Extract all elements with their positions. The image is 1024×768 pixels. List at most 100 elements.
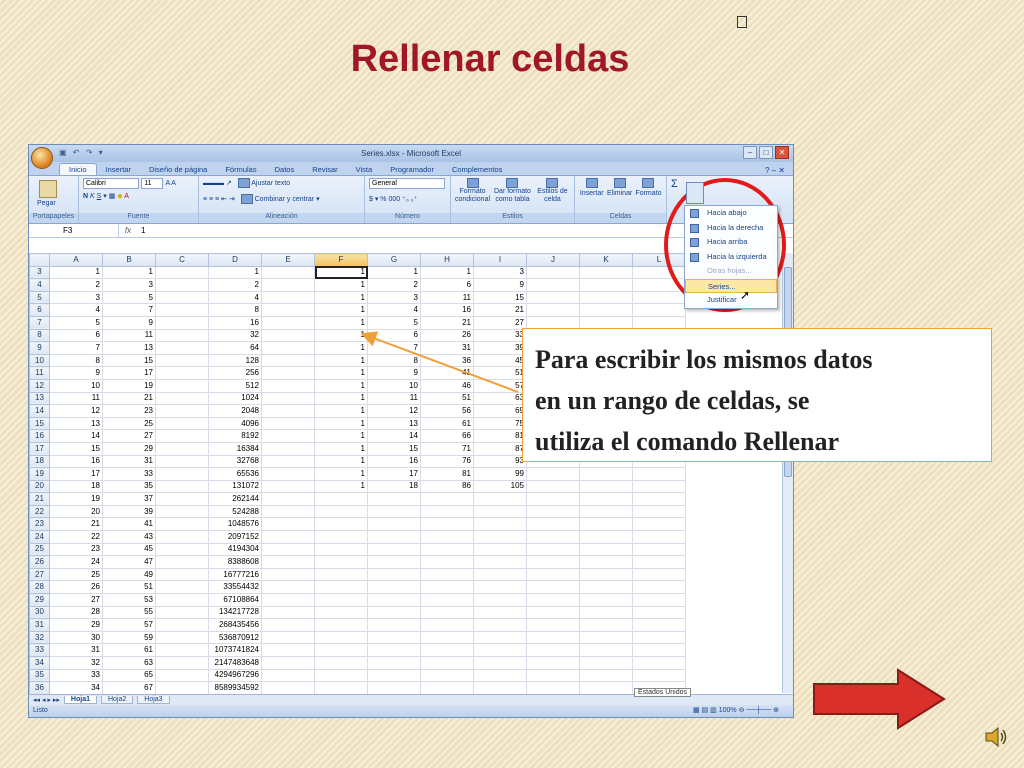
cell-h9[interactable]: 31 <box>420 341 474 355</box>
cell-d29[interactable]: 67108864 <box>208 593 262 607</box>
cell-k23[interactable] <box>579 517 633 532</box>
borders-icon[interactable]: ▦ <box>109 193 116 200</box>
cell-f19[interactable]: 1 <box>314 467 368 481</box>
cell-c29[interactable] <box>155 593 209 607</box>
row-header[interactable]: 30 <box>29 605 50 620</box>
cell-g28[interactable] <box>367 580 421 595</box>
cell-e15[interactable] <box>261 416 315 431</box>
cell-d33[interactable]: 1073741824 <box>208 643 262 657</box>
row-header[interactable]: 6 <box>29 303 50 317</box>
cell-f20[interactable]: 1 <box>314 479 368 494</box>
cell-h25[interactable] <box>420 542 474 557</box>
cell-c21[interactable] <box>155 492 209 506</box>
cell-k27[interactable] <box>579 567 633 582</box>
tab-dise-o-de-p-gina[interactable]: Diseño de página <box>140 164 216 175</box>
font-color-icon[interactable]: A <box>124 193 129 200</box>
zoom-level[interactable]: ▦ ▤ ▥ 100% ⊖ ──┼── ⊕ <box>693 705 779 717</box>
cell-j3[interactable] <box>526 265 580 280</box>
column-header-g[interactable]: G <box>367 253 421 267</box>
cell-i17[interactable]: 87 <box>473 441 527 456</box>
cell-h35[interactable] <box>420 668 474 683</box>
cell-j28[interactable] <box>526 580 580 595</box>
column-header-k[interactable]: K <box>579 253 633 267</box>
cell-b4[interactable]: 3 <box>102 278 156 292</box>
close-icon[interactable]: ✕ <box>775 146 789 159</box>
cell-g14[interactable]: 12 <box>367 404 421 418</box>
cell-e26[interactable] <box>261 555 315 569</box>
cell-e25[interactable] <box>261 542 315 557</box>
cell-j31[interactable] <box>526 618 580 632</box>
cell-h13[interactable]: 51 <box>420 391 474 406</box>
cell-h11[interactable]: 41 <box>420 366 474 380</box>
font-grow-icon[interactable]: A A <box>165 180 176 187</box>
tab-datos[interactable]: Datos <box>266 164 304 175</box>
cell-c34[interactable] <box>155 656 209 670</box>
menu-item-hacia-abajo[interactable]: Hacia abajo <box>685 206 777 221</box>
cell-c4[interactable] <box>155 278 209 292</box>
cell-d31[interactable]: 268435456 <box>208 618 262 632</box>
cell-l33[interactable] <box>632 643 686 657</box>
cell-k32[interactable] <box>579 630 633 645</box>
indent-icon[interactable]: ⇤ ⇥ <box>221 196 235 203</box>
cell-e17[interactable] <box>261 441 315 456</box>
cell-j4[interactable] <box>526 278 580 292</box>
cell-e9[interactable] <box>261 341 315 355</box>
bold-icon[interactable]: N <box>83 193 88 200</box>
cell-j25[interactable] <box>526 542 580 557</box>
cell-k3[interactable] <box>579 265 633 280</box>
cell-c14[interactable] <box>155 404 209 418</box>
wrap-text-button[interactable]: Ajustar texto <box>251 180 290 187</box>
cell-j35[interactable] <box>526 668 580 683</box>
cell-b22[interactable]: 39 <box>102 504 156 519</box>
cell-h10[interactable]: 36 <box>420 353 474 368</box>
cell-c6[interactable] <box>155 303 209 317</box>
cell-j32[interactable] <box>526 630 580 645</box>
cell-b5[interactable]: 5 <box>102 290 156 305</box>
cell-d15[interactable]: 4096 <box>208 416 262 431</box>
row-header[interactable]: 12 <box>29 378 50 393</box>
cell-d11[interactable]: 256 <box>208 366 262 380</box>
fx-icon[interactable]: fx <box>119 226 137 235</box>
cell-b13[interactable]: 21 <box>102 391 156 406</box>
cell-c26[interactable] <box>155 555 209 569</box>
cell-a31[interactable]: 29 <box>49 618 103 632</box>
row-header[interactable]: 10 <box>29 353 50 368</box>
italic-icon[interactable]: K <box>90 193 95 200</box>
cell-c9[interactable] <box>155 341 209 355</box>
cell-i5[interactable]: 15 <box>473 290 527 305</box>
cell-j34[interactable] <box>526 656 580 670</box>
cell-d5[interactable]: 4 <box>208 290 262 305</box>
cell-b28[interactable]: 51 <box>102 580 156 595</box>
row-header[interactable]: 8 <box>29 328 50 343</box>
cell-l21[interactable] <box>632 492 686 506</box>
maximize-icon[interactable]: □ <box>759 146 773 159</box>
sheet-tab-hoja1[interactable]: Hoja1 <box>63 696 97 704</box>
cell-i34[interactable] <box>473 656 527 670</box>
cell-h5[interactable]: 11 <box>420 290 474 305</box>
cell-c20[interactable] <box>155 479 209 494</box>
cell-c12[interactable] <box>155 378 209 393</box>
cell-i26[interactable] <box>473 555 527 569</box>
cell-g3[interactable]: 1 <box>367 265 421 280</box>
cell-b23[interactable]: 41 <box>102 517 156 532</box>
cell-i24[interactable] <box>473 530 527 544</box>
cell-b19[interactable]: 33 <box>102 467 156 481</box>
cell-f14[interactable]: 1 <box>314 404 368 418</box>
cell-a17[interactable]: 15 <box>49 441 103 456</box>
row-header[interactable]: 17 <box>29 441 50 456</box>
cell-b18[interactable]: 31 <box>102 454 156 469</box>
cell-b15[interactable]: 25 <box>102 416 156 431</box>
cell-c5[interactable] <box>155 290 209 305</box>
cell-f7[interactable]: 1 <box>314 315 368 330</box>
cell-k31[interactable] <box>579 618 633 632</box>
cell-a7[interactable]: 5 <box>49 315 103 330</box>
cell-h36[interactable] <box>420 681 474 695</box>
cell-d12[interactable]: 512 <box>208 378 262 393</box>
cell-d22[interactable]: 524288 <box>208 504 262 519</box>
cell-b26[interactable]: 47 <box>102 555 156 569</box>
cell-k35[interactable] <box>579 668 633 683</box>
cell-e16[interactable] <box>261 429 315 443</box>
cell-a13[interactable]: 11 <box>49 391 103 406</box>
cell-k34[interactable] <box>579 656 633 670</box>
cell-l28[interactable] <box>632 580 686 595</box>
